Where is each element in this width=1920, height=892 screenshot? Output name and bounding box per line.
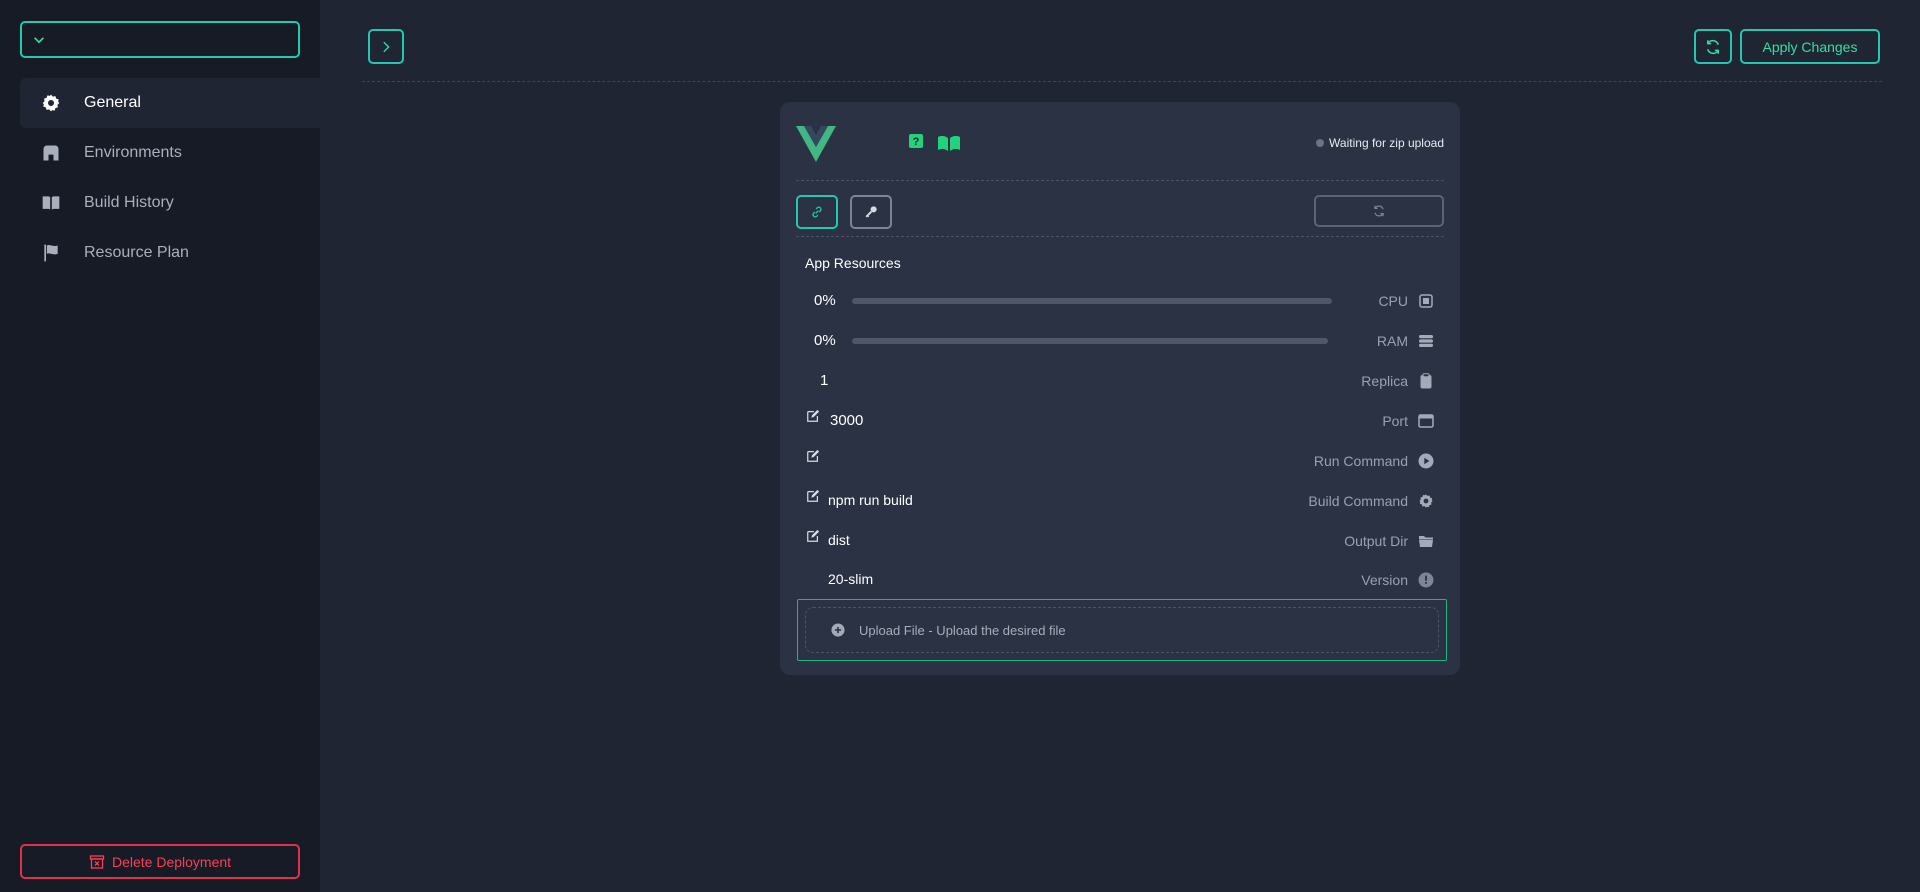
building-icon bbox=[40, 142, 62, 164]
archive-x-icon bbox=[89, 854, 105, 869]
cpu-progress-bar bbox=[852, 298, 1332, 304]
refresh-icon bbox=[1707, 39, 1719, 54]
folder-open-icon bbox=[1419, 536, 1433, 547]
replica-row: 1 Replica bbox=[796, 367, 1444, 395]
edit-icon[interactable] bbox=[806, 409, 820, 423]
sidebar-item-label: Environments bbox=[84, 144, 182, 161]
apply-changes-label: Apply Changes bbox=[1762, 38, 1858, 55]
sidebar-nav: General Environments Build History Resou… bbox=[20, 78, 320, 278]
key-icon bbox=[865, 206, 877, 218]
expand-sidebar-button[interactable] bbox=[368, 29, 404, 64]
window-icon bbox=[1418, 414, 1434, 428]
project-select[interactable] bbox=[20, 21, 300, 58]
delete-deployment-button[interactable]: Delete Deployment bbox=[20, 844, 300, 879]
card-divider bbox=[796, 236, 1444, 237]
build-command-row: npm run build Build Command bbox=[796, 487, 1444, 515]
delete-deployment-label: Delete Deployment bbox=[111, 853, 232, 870]
help-icon[interactable]: ? bbox=[908, 133, 924, 149]
replica-label: Replica bbox=[1361, 373, 1408, 389]
vue-logo-icon bbox=[796, 126, 836, 162]
chevron-right-icon bbox=[383, 41, 390, 52]
status-dot bbox=[1316, 139, 1325, 147]
play-icon bbox=[1418, 453, 1434, 469]
clipboard-icon bbox=[1420, 373, 1432, 389]
plus-circle-icon bbox=[831, 623, 845, 637]
cpu-row: 0% CPU bbox=[796, 287, 1444, 315]
sidebar-item-label: Build History bbox=[84, 194, 174, 211]
cpu-value: 0% bbox=[814, 292, 836, 309]
edit-icon[interactable] bbox=[806, 529, 820, 543]
sidebar-item-general[interactable]: General bbox=[20, 78, 320, 128]
port-label: Port bbox=[1382, 413, 1408, 429]
ram-progress-bar bbox=[852, 338, 1328, 344]
sidebar-item-build-history[interactable]: Build History bbox=[20, 178, 320, 228]
apply-changes-button[interactable]: Apply Changes bbox=[1740, 29, 1880, 64]
section-title: App Resources bbox=[805, 255, 901, 271]
build-command-label: Build Command bbox=[1308, 493, 1408, 509]
output-dir-row: dist Output Dir bbox=[796, 527, 1444, 555]
edit-icon[interactable] bbox=[806, 489, 820, 503]
book-icon bbox=[40, 192, 62, 214]
refresh-icon bbox=[1374, 205, 1384, 217]
header-divider bbox=[362, 81, 1882, 82]
sidebar-item-label: Resource Plan bbox=[84, 244, 189, 261]
sidebar: General Environments Build History Resou… bbox=[0, 0, 320, 892]
chevron-down-icon bbox=[34, 36, 44, 43]
deployment-status: Waiting for zip upload bbox=[1316, 136, 1444, 150]
deployment-card: ? Waiting for zip upload App Resources 0… bbox=[780, 102, 1460, 675]
upload-file-area[interactable]: Upload File - Upload the desired file bbox=[805, 607, 1439, 653]
svg-text:?: ? bbox=[913, 136, 920, 148]
key-button[interactable] bbox=[850, 195, 892, 229]
upload-text: Upload File - Upload the desired file bbox=[859, 622, 1066, 638]
sidebar-item-resource-plan[interactable]: Resource Plan bbox=[20, 228, 320, 278]
redeploy-button[interactable] bbox=[1314, 195, 1444, 227]
link-button[interactable] bbox=[796, 195, 838, 229]
version-value: 20-slim bbox=[828, 571, 874, 587]
card-divider bbox=[796, 180, 1444, 181]
chip-icon bbox=[1419, 294, 1433, 308]
upload-dropzone[interactable]: Upload File - Upload the desired file bbox=[797, 599, 1447, 661]
flag-icon bbox=[40, 242, 62, 264]
gear-icon bbox=[1419, 494, 1433, 508]
build-command-value[interactable]: npm run build bbox=[828, 492, 913, 508]
memory-icon bbox=[1419, 335, 1433, 347]
run-command-label: Run Command bbox=[1313, 453, 1408, 469]
edit-icon[interactable] bbox=[806, 449, 820, 463]
cpu-label: CPU bbox=[1378, 293, 1408, 309]
version-label: Version bbox=[1361, 572, 1408, 588]
sidebar-item-environments[interactable]: Environments bbox=[20, 128, 320, 178]
replica-value: 1 bbox=[820, 372, 829, 389]
link-icon bbox=[812, 206, 822, 218]
port-row: 3000 Port bbox=[796, 407, 1444, 435]
port-value[interactable]: 3000 bbox=[830, 412, 863, 429]
open-book-icon[interactable] bbox=[937, 134, 961, 152]
refresh-button[interactable] bbox=[1694, 29, 1732, 64]
version-row: 20-slim Version bbox=[796, 566, 1444, 594]
output-dir-label: Output Dir bbox=[1344, 533, 1408, 549]
sidebar-item-label: General bbox=[84, 94, 141, 111]
status-text: Waiting for zip upload bbox=[1329, 136, 1444, 150]
output-dir-value[interactable]: dist bbox=[828, 532, 850, 548]
ram-value: 0% bbox=[814, 332, 836, 349]
info-icon bbox=[1418, 572, 1434, 588]
ram-label: RAM bbox=[1376, 333, 1408, 349]
run-command-row: Run Command bbox=[796, 447, 1444, 475]
ram-row: 0% RAM bbox=[796, 327, 1444, 355]
gear-icon bbox=[40, 92, 62, 114]
